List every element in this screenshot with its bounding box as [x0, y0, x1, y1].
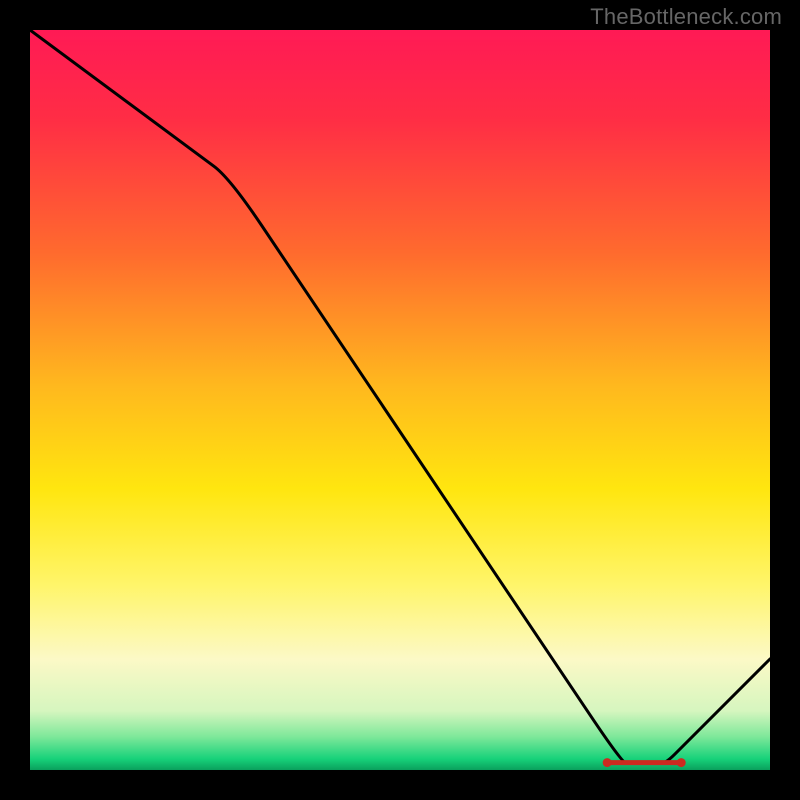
bottleneck-curve-chart: [30, 30, 770, 770]
gradient-background: [30, 30, 770, 770]
optimal-range-start-dot: [603, 758, 612, 767]
watermark-text: TheBottleneck.com: [590, 4, 782, 30]
chart-frame: TheBottleneck.com: [0, 0, 800, 800]
chart-plot-area: [30, 30, 770, 770]
optimal-range-end-dot: [677, 758, 686, 767]
